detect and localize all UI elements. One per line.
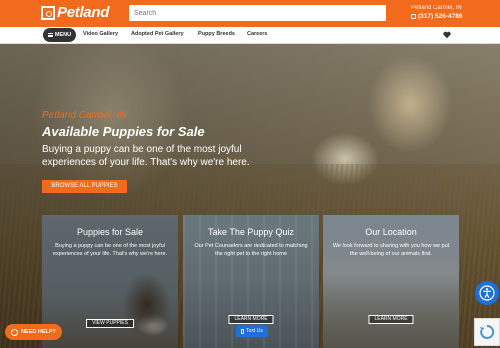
accessibility-button[interactable] — [475, 281, 499, 305]
search-input[interactable] — [129, 5, 386, 21]
logo-mark-icon — [41, 6, 55, 20]
store-name: Petland Carmel, IN — [411, 5, 462, 11]
need-help-button[interactable]: NEED HELP? — [5, 324, 62, 340]
nav-link-adopted-pet-gallery[interactable]: Adopted Pet Gallery — [131, 31, 184, 37]
mobile-phone-icon — [241, 328, 245, 334]
nav-link-puppy-breeds[interactable]: Puppy Breeds — [198, 31, 235, 37]
card-text: Buying a puppy can be one of the most jo… — [52, 243, 168, 257]
store-phone[interactable]: (317) 526-4786 — [411, 12, 462, 21]
recaptcha-badge — [474, 318, 500, 346]
heart-icon[interactable] — [443, 31, 451, 39]
logo-text: Petland — [57, 4, 110, 21]
card-title: Take The Puppy Quiz — [208, 227, 294, 237]
text-us-button[interactable]: Text Us — [236, 325, 268, 337]
hamburger-icon — [47, 33, 53, 37]
card-title: Puppies for Sale — [76, 227, 144, 237]
card-text: We look forward to sharing with you how … — [332, 243, 450, 257]
hero-title: Available Puppies for Sale — [42, 124, 205, 139]
text-us-label: Text Us — [246, 328, 263, 334]
nav-link-video-gallery[interactable]: Video Gallery — [83, 31, 118, 37]
card-our-location: Our Location We look forward to sharing … — [323, 215, 459, 348]
card-puppies-for-sale: Puppies for Sale Buying a puppy can be o… — [42, 215, 178, 348]
menu-label: MENU — [54, 32, 72, 38]
petland-logo[interactable]: Petland — [41, 5, 109, 21]
phone-icon — [411, 14, 416, 19]
store-info[interactable]: Petland Carmel, IN (317) 526-4786 — [411, 4, 462, 21]
hero-store-name: Petland Carmel, IN — [42, 110, 127, 121]
phone-number: (317) 526-4786 — [418, 13, 463, 20]
top-header: Petland Petland Carmel, IN (317) 526-478… — [0, 0, 500, 27]
chat-icon — [11, 328, 19, 336]
hero-description: Buying a puppy can be one of the most jo… — [42, 144, 250, 168]
view-puppies-button[interactable]: VIEW PUPPIES — [86, 319, 134, 328]
need-help-label: NEED HELP? — [21, 329, 56, 335]
nav-bar: MENU Video Gallery Adopted Pet Gallery P… — [0, 27, 500, 44]
recaptcha-icon — [480, 324, 495, 339]
accessibility-icon — [479, 285, 495, 301]
browse-all-puppies-button[interactable]: BROWSE ALL PUPPIES — [42, 180, 127, 193]
nav-link-careers[interactable]: Careers — [247, 31, 268, 37]
menu-button[interactable]: MENU — [43, 28, 76, 42]
card-text: Our Pet Counselors are dedicated to matc… — [194, 243, 308, 257]
learn-more-location-button[interactable]: LEARN MORE — [368, 315, 414, 324]
learn-more-quiz-button[interactable]: LEARN MORE — [228, 315, 274, 324]
card-title: Our Location — [365, 227, 417, 237]
